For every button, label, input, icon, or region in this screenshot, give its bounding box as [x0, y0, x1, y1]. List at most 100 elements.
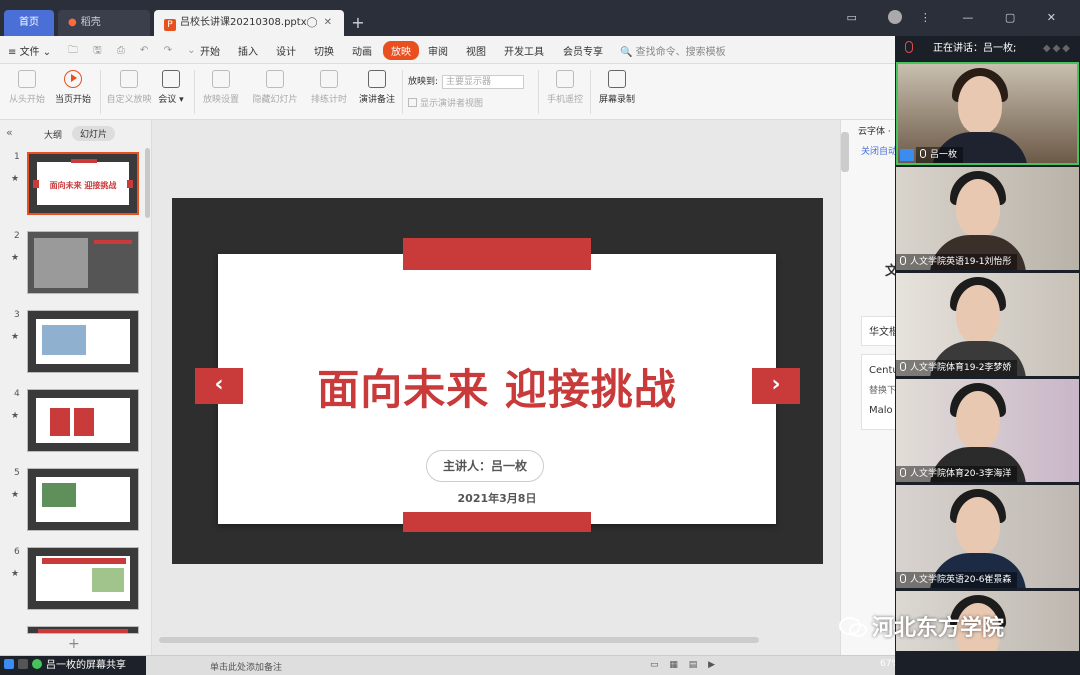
mic-icon — [32, 659, 42, 669]
thumb-image — [27, 389, 139, 452]
new-tab-button[interactable]: + — [346, 10, 370, 36]
cloud-font-label[interactable]: 云字体 · — [858, 124, 891, 137]
file-menu[interactable]: ≡ 文件 ⌄ — [8, 43, 51, 58]
add-notes-hint[interactable]: 单击此处添加备注 — [210, 660, 282, 673]
notes-icon — [368, 70, 386, 88]
menu-view[interactable]: 视图 — [466, 43, 486, 58]
play-current-button[interactable]: 当页开始 — [50, 70, 96, 105]
menu-review[interactable]: 审阅 — [428, 43, 448, 58]
menu-transition[interactable]: 切换 — [314, 43, 334, 58]
window-controls[interactable]: ▭ ⋮ — ▢ ✕ — [847, 10, 1071, 24]
play-to-label: 放映到: — [408, 77, 439, 87]
more-icon[interactable]: ◆◆◆ — [1043, 36, 1072, 62]
current-slide[interactable]: 面向未来 迎接挑战 主讲人：吕一枚 2021年3月8日 ‹ › — [172, 198, 823, 564]
search-input[interactable]: 🔍 查找命令、搜索模板 — [620, 43, 726, 58]
screen-record-button[interactable]: 屏幕录制 — [594, 70, 640, 105]
tab-bar: 首页 ● 稻壳 P 吕校长讲课20210308.pptx ◯✕ + ▭ ⋮ — ▢ ✕ — [0, 0, 1080, 36]
slide-number: 3 — [14, 310, 20, 320]
tab-document[interactable]: P 吕校长讲课20210308.pptx ◯✕ — [154, 10, 344, 36]
font-replace-card[interactable]: Centu 替换下 Malo — [861, 354, 895, 430]
play-to-select[interactable]: 主要显示器 — [442, 75, 525, 89]
view-switcher[interactable]: ▭ ▦ ▤ ▶ — [650, 660, 719, 670]
menu-developer[interactable]: 开发工具 — [504, 43, 544, 58]
avatar[interactable] — [888, 10, 903, 24]
font-card[interactable]: 华文楷 — [861, 316, 895, 346]
horizontal-scrollbar[interactable] — [153, 635, 840, 645]
host-icon — [900, 149, 914, 161]
play-circle-icon — [64, 70, 82, 88]
mic-icon — [900, 468, 906, 477]
participant-name: 人文学院体育20-3李海洋 — [896, 466, 1018, 482]
thumb-image — [27, 310, 139, 373]
participant-name-text: 吕一枚 — [930, 150, 958, 160]
thumb-photo — [42, 483, 76, 507]
phone-remote-button[interactable]: 手机遥控 — [542, 70, 588, 105]
meeting-icon — [162, 70, 180, 88]
collapse-icon[interactable]: « — [6, 126, 13, 139]
rehearse-timing-button[interactable]: 排练计时 — [306, 70, 352, 105]
thumb-arrow — [33, 180, 39, 188]
participant-tile[interactable]: 人文学院体育20-3李海洋 — [896, 379, 1079, 482]
wechat-icon — [839, 617, 867, 637]
show-settings-button[interactable]: 放映设置 — [198, 70, 244, 105]
tab-docer-label: 稻壳 — [80, 17, 101, 28]
thumb-image: 面向未来 迎接挑战 — [27, 152, 139, 215]
menu-animation[interactable]: 动画 — [352, 43, 372, 58]
tab-home[interactable]: 首页 — [4, 10, 54, 36]
hide-slide-button[interactable]: 隐藏幻灯片 — [252, 70, 298, 105]
thumb-block — [42, 558, 126, 564]
tab-docer[interactable]: ● 稻壳 — [58, 10, 150, 36]
quick-access-toolbar[interactable]: 🗀 🖫 ⎙ ↶ ↷ ⌄ — [68, 43, 202, 60]
participant-tile[interactable]: 人文学院英语19-1刘怡彤 — [896, 167, 1079, 270]
slide-number: 6 — [14, 547, 20, 557]
person-face — [956, 497, 1000, 555]
ribbon-divider — [194, 70, 195, 114]
slide-bottom-bar — [403, 512, 591, 532]
speaker-notes-button[interactable]: 演讲备注 — [354, 70, 400, 105]
tab-close-icon[interactable]: ◯✕ — [306, 10, 338, 36]
ribbon-divider — [590, 70, 591, 114]
slide-thumbnail[interactable]: 3 ★ — [0, 310, 150, 380]
scrollbar[interactable] — [841, 132, 849, 172]
scrollbar-thumb[interactable] — [159, 637, 759, 643]
chevron-right-icon: › — [752, 368, 800, 404]
slide-canvas: 面向未来 迎接挑战 主讲人：吕一枚 2021年3月8日 ‹ › — [153, 120, 840, 655]
chevron-left-icon: ‹ — [195, 368, 243, 404]
star-icon: ★ — [11, 332, 20, 342]
slide-thumbnail[interactable]: 2 ★ — [0, 231, 150, 301]
tab-outline[interactable]: 大纲 — [44, 128, 62, 141]
tab-slides[interactable]: 幻灯片 — [72, 126, 116, 141]
play-from-start-button[interactable]: 从头开始 — [4, 70, 50, 105]
menu-membership[interactable]: 会员专享 — [563, 43, 603, 58]
menu-design[interactable]: 设计 — [276, 43, 296, 58]
slide-thumbnail[interactable]: 5 ★ — [0, 468, 150, 538]
menu-insert[interactable]: 插入 — [238, 43, 258, 58]
play-from-start-label: 从头开始 — [8, 95, 45, 105]
ribbon-divider — [402, 70, 403, 114]
participant-tile[interactable]: 人文学院体育19-2李梦娇 — [896, 273, 1079, 376]
tab-document-label: 吕校长讲课20210308.pptx — [180, 17, 307, 28]
menu-start[interactable]: 开始 — [200, 43, 220, 58]
slide-thumbnail[interactable]: 1 ★ 面向未来 迎接挑战 — [0, 152, 150, 222]
status-bar: 吕一枚的屏幕共享 单击此处添加备注 ▭ ▦ ▤ ▶ 67% — [0, 655, 900, 675]
slide-thumbnail-panel: « 大纲 幻灯片 1 ★ 面向未来 迎接挑战 2 ★ 3 ★ 4 ★ 5 ★ 6… — [0, 120, 152, 655]
participant-name-text: 人文学院体育19-2李梦娇 — [910, 363, 1012, 373]
presenter-view-checkbox[interactable]: 显示演讲者视图 — [408, 96, 483, 109]
add-slide-button[interactable]: + — [68, 636, 80, 652]
slide-thumbnail[interactable]: 6 ★ — [0, 547, 150, 617]
close-auto-link[interactable]: 关闭自动 — [861, 144, 895, 157]
slide-number: 4 — [14, 389, 20, 399]
participant-tile[interactable]: 人文学院英语20-6崔景森 — [896, 485, 1079, 588]
slide-date: 2021年3月8日 — [457, 492, 537, 505]
slide-thumbnail[interactable]: 4 ★ — [0, 389, 150, 459]
custom-show-button[interactable]: 自定义放映 — [106, 70, 152, 105]
slide-card: 面向未来 迎接挑战 主讲人：吕一枚 2021年3月8日 — [218, 254, 776, 524]
record-icon — [608, 70, 626, 88]
menu-slideshow[interactable]: 放映 — [383, 41, 419, 60]
person-face — [956, 391, 1000, 449]
play-to-dropdown[interactable]: 放映到: 主要显示器 — [408, 74, 525, 89]
meeting-button[interactable]: 会议 ▾ — [148, 70, 194, 105]
participant-tile[interactable]: 吕一枚 — [896, 62, 1079, 165]
thumb-block — [38, 629, 128, 633]
slide-thumbnail[interactable] — [0, 626, 150, 636]
